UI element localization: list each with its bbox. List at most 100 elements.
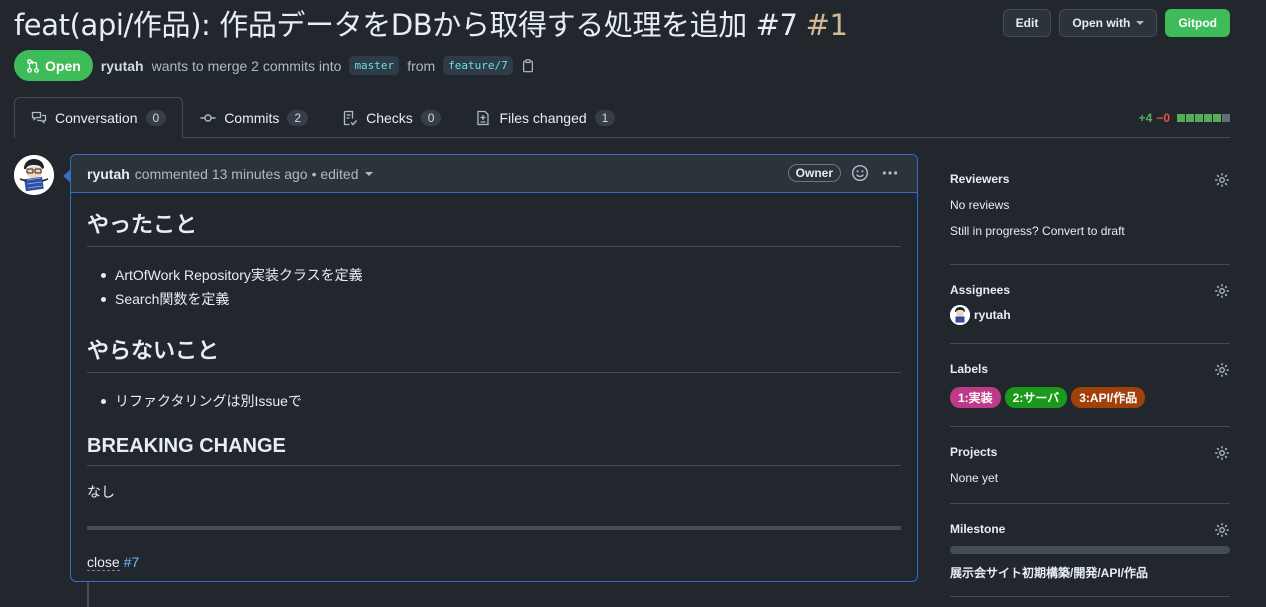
tab-conversation-count: 0 [145, 110, 167, 126]
smiley-icon[interactable] [851, 164, 869, 182]
divider [950, 426, 1230, 427]
chevron-down-icon [1136, 21, 1145, 25]
comment-discussion-icon [31, 111, 47, 124]
tab-files-changed[interactable]: Files changed 1 [458, 97, 632, 137]
divider [950, 596, 1230, 597]
avatar [950, 305, 970, 325]
sidebar-labels: Labels 1:実装 2:サーバ 3:API/作品 [950, 362, 1230, 408]
projects-title[interactable]: Projects [950, 445, 1230, 459]
gear-icon[interactable] [1214, 283, 1230, 299]
projects-value: None yet [950, 471, 999, 485]
reviewers-value: No reviews [950, 198, 1010, 212]
tab-files-changed-count: 1 [594, 109, 616, 126]
md-heading: BREAKING CHANGE [87, 435, 901, 466]
list-item: Search関数を定義 [87, 287, 901, 311]
gitpod-label: Gitpod [1178, 16, 1217, 30]
from-text: from [407, 57, 436, 74]
pr-title: feat(api/作品): 作品データをDBから取得する処理を追加 #7 #1 [14, 2, 848, 44]
edit-button-label: Edit [1015, 16, 1039, 30]
gear-icon[interactable] [1214, 172, 1230, 188]
tab-commits-label: Commits [224, 109, 280, 126]
git-pull-request-icon [27, 58, 39, 73]
label-list: 1:実装 2:サーバ 3:API/作品 [950, 387, 1230, 408]
divider [87, 526, 901, 530]
milestone-progress-bar [950, 546, 1230, 554]
convert-to-draft-link[interactable]: Still in progress? Convert to draft [950, 224, 1230, 238]
sidebar-reviewers: Reviewers No reviews Still in progress? … [950, 172, 1230, 242]
open-with-label: Open with [1072, 16, 1131, 30]
milestone-link[interactable]: 展示会サイト初期構築/開発/API/作品 [950, 564, 1230, 581]
comment-body: やったこと ArtOfWork Repository実装クラスを定義 Searc… [71, 207, 917, 571]
list-item: ArtOfWork Repository実装クラスを定義 [87, 263, 901, 287]
divider [950, 343, 1230, 344]
head-branch[interactable]: feature/7 [443, 56, 513, 75]
timeline-line [87, 582, 89, 607]
comment-header: ryutah commented 13 minutes ago • edited… [71, 155, 917, 193]
comment-timestamp[interactable]: commented 13 minutes ago [135, 166, 308, 182]
label-pill[interactable]: 1:実装 [950, 387, 1001, 408]
pr-title-text: feat(api/作品): 作品データをDBから取得する処理を追加 #7 [14, 8, 798, 42]
md-paragraph: なし [87, 484, 115, 500]
edited-label: • edited [311, 165, 359, 182]
tab-commits[interactable]: Commits 2 [183, 97, 325, 137]
copy-icon[interactable] [521, 58, 535, 73]
diffstat-blocks [1176, 114, 1230, 122]
pr-state-row: Open ryutah wants to merge 2 commits int… [14, 50, 535, 81]
diffstat-additions: +4 [1138, 111, 1153, 125]
close-line: close #7 [87, 554, 901, 571]
status-badge: Open [14, 50, 93, 81]
status-badge-label: Open [45, 57, 81, 74]
avatar[interactable] [14, 155, 54, 195]
pr-author-link[interactable]: ryutah [101, 58, 144, 74]
diffstat: +4 −0 [1139, 111, 1230, 125]
labels-title[interactable]: Labels [950, 362, 1230, 376]
gear-icon[interactable] [1214, 445, 1230, 461]
pr-number: #1 [805, 8, 848, 42]
gitpod-button[interactable]: Gitpod [1165, 9, 1230, 37]
tab-checks-count: 0 [420, 109, 442, 126]
gear-icon[interactable] [1214, 522, 1230, 538]
chevron-down-icon [364, 171, 373, 176]
diffstat-deletions: −0 [1156, 111, 1170, 125]
owner-badge: Owner [787, 164, 841, 182]
merge-text: wants to merge 2 commits into [151, 57, 342, 74]
tab-commits-count: 2 [287, 109, 309, 126]
close-keyword: close [87, 554, 120, 571]
issue-link[interactable]: #7 [124, 554, 140, 570]
base-branch[interactable]: master [349, 56, 400, 75]
divider [950, 503, 1230, 504]
sidebar-assignees: Assignees ryutah [950, 283, 1230, 325]
open-with-button[interactable]: Open with [1059, 9, 1158, 37]
label-pill[interactable]: 2:サーバ [1004, 387, 1068, 408]
gear-icon[interactable] [1214, 362, 1230, 378]
assignees-title[interactable]: Assignees [950, 283, 1230, 297]
assignee-name: ryutah [974, 308, 1011, 322]
git-commit-icon [200, 113, 216, 122]
label-pill[interactable]: 3:API/作品 [1071, 387, 1146, 408]
tab-checks-label: Checks [366, 109, 413, 126]
edited-dropdown[interactable]: • edited [312, 166, 373, 182]
edit-button[interactable]: Edit [1002, 9, 1052, 37]
md-list: ArtOfWork Repository実装クラスを定義 Search関数を定義 [87, 263, 901, 311]
tab-conversation-label: Conversation [55, 110, 138, 126]
tab-checks[interactable]: Checks 0 [325, 97, 458, 137]
milestone-title[interactable]: Milestone [950, 522, 1230, 536]
assignee-item[interactable]: ryutah [950, 305, 1230, 325]
tab-files-changed-label: Files changed [499, 109, 587, 126]
tab-conversation[interactable]: Conversation 0 [14, 97, 184, 138]
header-actions: Edit Open with Gitpod [1002, 9, 1230, 37]
pr-tabs: Conversation 0 Commits 2 Checks 0 Files … [14, 97, 1230, 138]
divider [950, 264, 1230, 265]
md-list: リファクタリングは別Issueで [87, 389, 901, 413]
comment-author[interactable]: ryutah [87, 166, 130, 182]
checklist-icon [343, 110, 358, 126]
file-diff-icon [477, 110, 490, 125]
md-heading: やったこと [87, 207, 901, 247]
md-heading: やらないこと [87, 333, 901, 373]
sidebar-projects: Projects None yet [950, 445, 1230, 485]
reviewers-title[interactable]: Reviewers [950, 172, 1230, 186]
kebab-horizontal-icon[interactable] [881, 164, 899, 182]
list-item: リファクタリングは別Issueで [87, 389, 901, 413]
comment-card: ryutah commented 13 minutes ago • edited… [63, 154, 918, 582]
sidebar-milestone: Milestone 展示会サイト初期構築/開発/API/作品 [950, 522, 1230, 581]
